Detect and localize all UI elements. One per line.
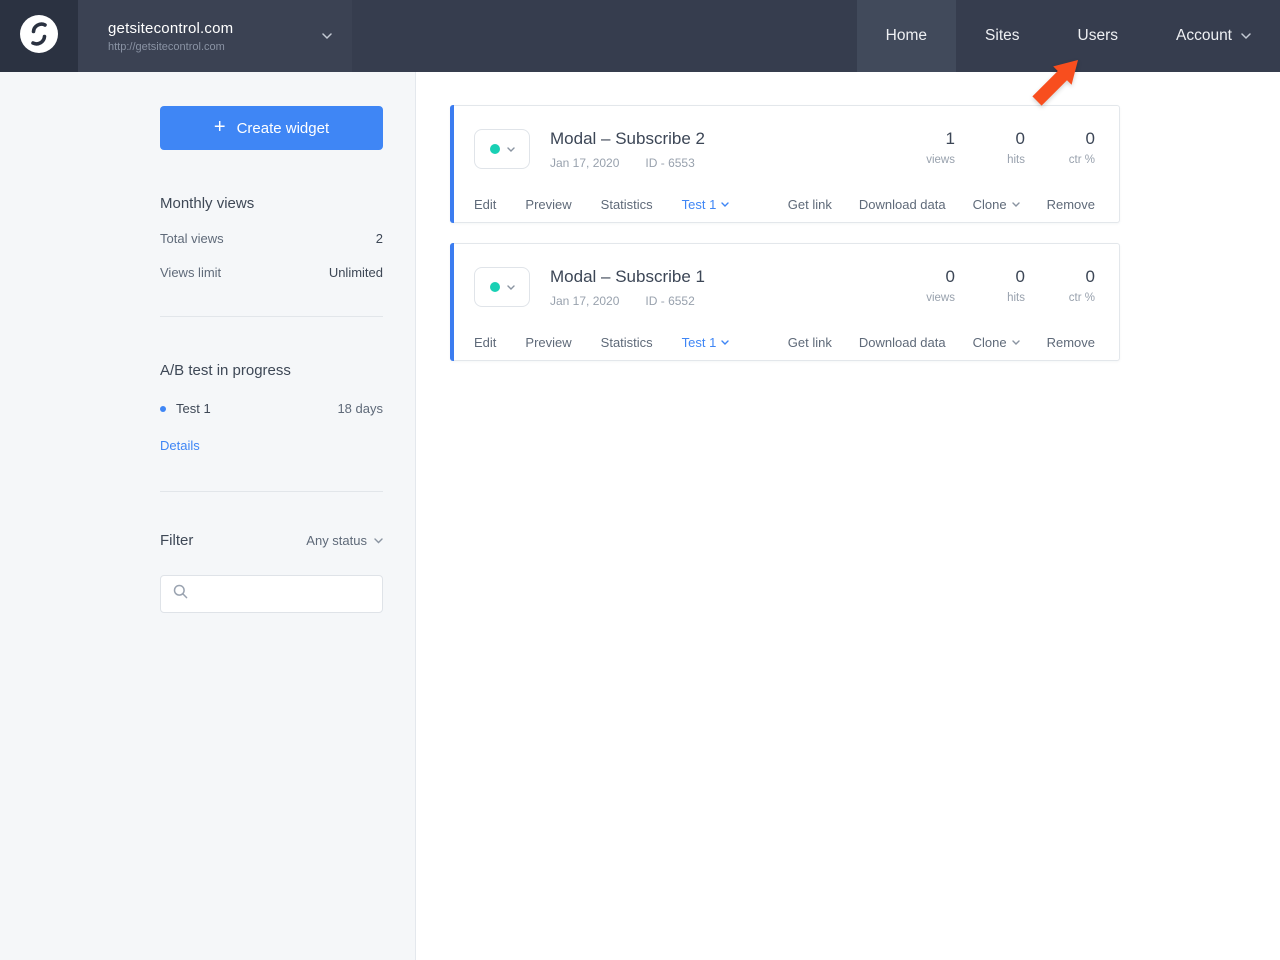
download-data-link[interactable]: Download data [859, 197, 946, 212]
widget-list: Modal – Subscribe 2 Jan 17, 2020 ID - 65… [416, 72, 1280, 960]
widget-status-selector[interactable] [474, 129, 530, 169]
get-link-link[interactable]: Get link [788, 197, 832, 212]
preview-link[interactable]: Preview [525, 335, 571, 350]
orange-pointer-arrow-icon [1032, 60, 1078, 106]
widget-id: ID - 6552 [645, 294, 695, 308]
create-widget-button[interactable]: + Create widget [160, 106, 383, 150]
total-views-row: Total views 2 [160, 231, 383, 246]
statistics-link[interactable]: Statistics [601, 197, 653, 212]
widget-card: Modal – Subscribe 2 Jan 17, 2020 ID - 65… [450, 105, 1120, 223]
remove-link[interactable]: Remove [1047, 197, 1095, 212]
chevron-down-icon [721, 202, 730, 207]
ab-test-heading: A/B test in progress [160, 362, 291, 379]
clone-dropdown[interactable]: Clone [973, 197, 1020, 212]
edit-link[interactable]: Edit [474, 197, 496, 212]
chevron-down-icon [506, 146, 515, 152]
chevron-down-icon [1011, 340, 1020, 345]
create-widget-label: Create widget [236, 119, 330, 137]
site-selector[interactable]: getsitecontrol.com http://getsitecontrol… [78, 0, 352, 72]
chevron-down-icon [721, 340, 730, 345]
card-accent-bar [450, 243, 454, 361]
top-navbar: getsitecontrol.com http://getsitecontrol… [0, 0, 1280, 72]
chevron-down-icon [374, 537, 383, 544]
stat-views: 1 views [926, 129, 955, 166]
edit-link[interactable]: Edit [474, 335, 496, 350]
details-link[interactable]: Details [160, 438, 200, 453]
test-duration: 18 days [337, 401, 383, 416]
widget-status-selector[interactable] [474, 267, 530, 307]
app-logo[interactable] [0, 0, 78, 72]
widget-stats: 1 views 0 hits 0 ctr % [885, 129, 1095, 166]
site-url: http://getsitecontrol.com [108, 40, 225, 53]
test-dropdown[interactable]: Test 1 [682, 197, 730, 212]
widget-title: Modal – Subscribe 2 [550, 129, 705, 148]
clone-dropdown[interactable]: Clone [973, 335, 1020, 350]
total-views-label: Total views [160, 231, 224, 246]
nav-home[interactable]: Home [856, 0, 957, 72]
ab-test-row: Test 1 18 days [160, 401, 383, 416]
card-accent-bar [450, 105, 454, 223]
stat-ctr: 0 ctr % [1068, 129, 1095, 166]
statistics-link[interactable]: Statistics [601, 335, 653, 350]
plus-icon: + [213, 116, 226, 138]
chevron-down-icon [1241, 32, 1251, 40]
getsitecontrol-logo-icon [20, 14, 58, 58]
nav-account[interactable]: Account [1147, 0, 1280, 72]
download-data-link[interactable]: Download data [859, 335, 946, 350]
widget-date: Jan 17, 2020 [550, 156, 620, 170]
views-limit-value: Unlimited [328, 265, 383, 280]
filter-row: Filter Any status [160, 532, 383, 549]
widget-title: Modal – Subscribe 1 [550, 267, 705, 286]
status-filter-value: Any status [306, 533, 367, 548]
widget-search [160, 575, 383, 613]
monthly-views-heading: Monthly views [160, 195, 255, 212]
divider [160, 491, 383, 492]
chevron-down-icon [322, 32, 332, 40]
sidebar: + Create widget Monthly views Total view… [0, 72, 416, 960]
chevron-down-icon [506, 284, 515, 290]
remove-link[interactable]: Remove [1047, 335, 1095, 350]
nav-account-label: Account [1175, 27, 1232, 44]
views-limit-row: Views limit Unlimited [160, 265, 383, 280]
test-dropdown[interactable]: Test 1 [682, 335, 730, 350]
widget-date: Jan 17, 2020 [550, 294, 620, 308]
test-name: Test 1 [176, 401, 211, 416]
views-limit-label: Views limit [160, 265, 222, 280]
widget-stats: 0 views 0 hits 0 ctr % [885, 267, 1095, 304]
site-name: getsitecontrol.com [108, 19, 234, 37]
status-active-dot-icon [489, 282, 500, 292]
search-icon [173, 584, 188, 604]
test-bullet-icon [160, 405, 166, 412]
get-link-link[interactable]: Get link [788, 335, 832, 350]
filter-heading: Filter [160, 532, 194, 549]
stat-hits: 0 hits [1007, 129, 1025, 166]
widget-id: ID - 6553 [645, 156, 695, 170]
widget-card: Modal – Subscribe 1 Jan 17, 2020 ID - 65… [450, 243, 1120, 361]
status-active-dot-icon [489, 144, 500, 154]
stat-views: 0 views [926, 267, 955, 304]
stat-hits: 0 hits [1007, 267, 1025, 304]
chevron-down-icon [1011, 202, 1020, 207]
search-input[interactable] [196, 586, 372, 602]
total-views-value: 2 [375, 231, 383, 246]
preview-link[interactable]: Preview [525, 197, 571, 212]
divider [160, 316, 383, 317]
status-filter-dropdown[interactable]: Any status [306, 533, 383, 548]
stat-ctr: 0 ctr % [1068, 267, 1095, 304]
